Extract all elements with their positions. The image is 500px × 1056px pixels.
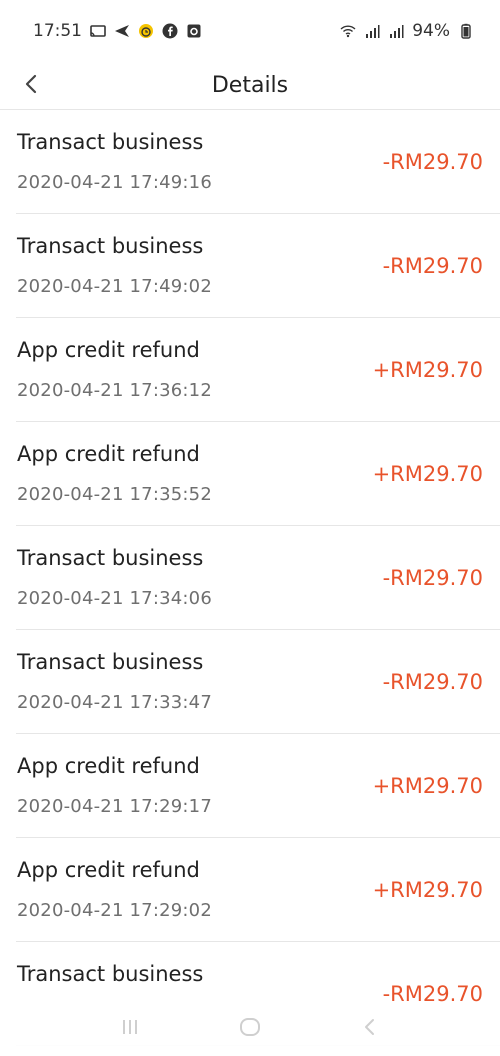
back-button[interactable] <box>14 66 50 106</box>
header: Details <box>0 62 500 110</box>
send-icon <box>114 23 130 39</box>
transaction-amount: -RM29.70 <box>382 566 483 590</box>
transaction-title: Transact business <box>17 130 204 154</box>
transaction-amount: +RM29.70 <box>372 358 483 382</box>
transaction-amount: -RM29.70 <box>382 150 483 174</box>
transaction-amount: +RM29.70 <box>372 878 483 902</box>
transaction-title: Transact business <box>17 234 204 258</box>
status-right: 94% <box>340 21 474 41</box>
recent-apps-button[interactable] <box>110 1009 150 1049</box>
transaction-time: 2020-04-21 17:49:02 <box>17 276 212 297</box>
transaction-row[interactable]: Transact business 2020-04-21 17:49:16 -R… <box>16 110 500 214</box>
recent-apps-icon <box>119 1016 141 1042</box>
wifi-icon <box>340 23 356 39</box>
battery-icon <box>458 23 474 39</box>
system-nav-bar <box>0 1002 500 1056</box>
transaction-time: 2020-04-21 17:49:16 <box>17 172 212 193</box>
back-icon <box>359 1016 381 1042</box>
transaction-time: 2020-04-21 17:35:52 <box>17 484 212 505</box>
facebook-icon <box>162 23 178 39</box>
transaction-list: Transact business 2020-04-21 17:49:16 -R… <box>0 110 500 1046</box>
transaction-time: 2020-04-21 17:34:06 <box>17 588 212 609</box>
transaction-row[interactable]: App credit refund 2020-04-21 17:36:12 +R… <box>16 318 500 422</box>
nav-back-button[interactable] <box>350 1009 390 1049</box>
status-bar: 17:51 94% <box>0 0 500 62</box>
home-button[interactable] <box>230 1009 270 1049</box>
transaction-row[interactable]: App credit refund 2020-04-21 17:29:17 +R… <box>16 734 500 838</box>
signal-icon <box>388 23 404 39</box>
screen: 17:51 94% Details Transact business 2020… <box>0 0 500 1056</box>
chevron-left-icon <box>21 73 43 99</box>
transaction-time: 2020-04-21 17:36:12 <box>17 380 212 401</box>
home-icon <box>239 1016 261 1042</box>
transaction-title: App credit refund <box>17 338 200 362</box>
signal-icon <box>364 23 380 39</box>
transaction-row[interactable]: Transact business 2020-04-21 17:34:06 -R… <box>16 526 500 630</box>
page-title: Details <box>211 73 289 98</box>
transaction-title: Transact business <box>17 650 204 674</box>
transaction-title: Transact business <box>17 962 204 986</box>
transaction-row[interactable]: Transact business 2020-04-21 17:33:47 -R… <box>16 630 500 734</box>
transaction-amount: +RM29.70 <box>372 774 483 798</box>
transaction-time: 2020-04-21 17:29:17 <box>17 796 212 817</box>
transaction-title: Transact business <box>17 546 204 570</box>
status-left: 17:51 <box>33 21 202 41</box>
transaction-row[interactable]: App credit refund 2020-04-21 17:29:02 +R… <box>16 838 500 942</box>
alarm-app-icon <box>138 23 154 39</box>
transaction-amount: -RM29.70 <box>382 670 483 694</box>
transaction-time: 2020-04-21 17:33:47 <box>17 692 212 713</box>
transaction-row[interactable]: App credit refund 2020-04-21 17:35:52 +R… <box>16 422 500 526</box>
transaction-row[interactable]: Transact business 2020-04-21 17:49:02 -R… <box>16 214 500 318</box>
transaction-amount: -RM29.70 <box>382 254 483 278</box>
transaction-title: App credit refund <box>17 754 200 778</box>
status-time: 17:51 <box>33 21 82 41</box>
battery-percent: 94% <box>412 21 450 41</box>
cast-icon <box>90 23 106 39</box>
transaction-time: 2020-04-21 17:29:02 <box>17 900 212 921</box>
transaction-amount: +RM29.70 <box>372 462 483 486</box>
transaction-title: App credit refund <box>17 858 200 882</box>
camera-app-icon <box>186 23 202 39</box>
transaction-title: App credit refund <box>17 442 200 466</box>
